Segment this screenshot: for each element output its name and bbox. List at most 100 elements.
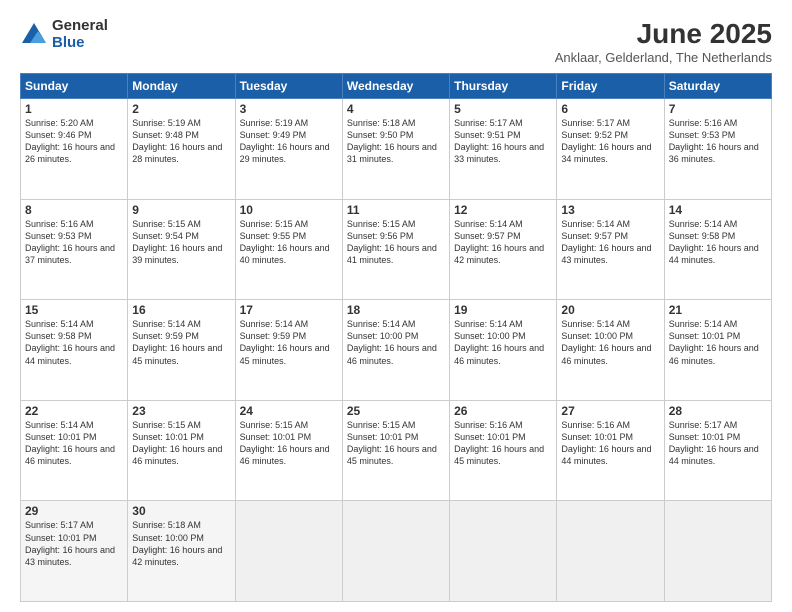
day-info: Sunrise: 5:14 AM Sunset: 10:00 PM Daylig… — [454, 318, 552, 367]
day-info: Sunrise: 5:15 AM Sunset: 10:01 PM Daylig… — [132, 419, 230, 468]
day-number: 17 — [240, 303, 338, 317]
day-number: 9 — [132, 203, 230, 217]
table-row: 12 Sunrise: 5:14 AM Sunset: 9:57 PM Dayl… — [450, 199, 557, 300]
table-row: 6 Sunrise: 5:17 AM Sunset: 9:52 PM Dayli… — [557, 99, 664, 200]
table-row: 23 Sunrise: 5:15 AM Sunset: 10:01 PM Day… — [128, 400, 235, 501]
day-number: 3 — [240, 102, 338, 116]
table-row — [664, 501, 771, 602]
table-row: 20 Sunrise: 5:14 AM Sunset: 10:00 PM Day… — [557, 300, 664, 401]
col-tuesday: Tuesday — [235, 74, 342, 99]
logo-general: General — [52, 18, 108, 35]
table-row: 28 Sunrise: 5:17 AM Sunset: 10:01 PM Day… — [664, 400, 771, 501]
day-number: 19 — [454, 303, 552, 317]
title-area: June 2025 Anklaar, Gelderland, The Nethe… — [555, 18, 772, 65]
page: General Blue June 2025 Anklaar, Gelderla… — [0, 0, 792, 612]
table-row: 15 Sunrise: 5:14 AM Sunset: 9:58 PM Dayl… — [21, 300, 128, 401]
day-info: Sunrise: 5:15 AM Sunset: 10:01 PM Daylig… — [347, 419, 445, 468]
day-number: 14 — [669, 203, 767, 217]
month-title: June 2025 — [555, 18, 772, 50]
table-row: 9 Sunrise: 5:15 AM Sunset: 9:54 PM Dayli… — [128, 199, 235, 300]
table-row: 21 Sunrise: 5:14 AM Sunset: 10:01 PM Day… — [664, 300, 771, 401]
day-info: Sunrise: 5:17 AM Sunset: 10:01 PM Daylig… — [669, 419, 767, 468]
col-friday: Friday — [557, 74, 664, 99]
day-number: 23 — [132, 404, 230, 418]
table-row: 2 Sunrise: 5:19 AM Sunset: 9:48 PM Dayli… — [128, 99, 235, 200]
day-info: Sunrise: 5:17 AM Sunset: 10:01 PM Daylig… — [25, 519, 123, 568]
day-info: Sunrise: 5:16 AM Sunset: 9:53 PM Dayligh… — [669, 117, 767, 166]
table-row — [557, 501, 664, 602]
table-row: 22 Sunrise: 5:14 AM Sunset: 10:01 PM Day… — [21, 400, 128, 501]
table-row: 18 Sunrise: 5:14 AM Sunset: 10:00 PM Day… — [342, 300, 449, 401]
table-row: 1 Sunrise: 5:20 AM Sunset: 9:46 PM Dayli… — [21, 99, 128, 200]
logo-text: General Blue — [52, 18, 108, 51]
day-info: Sunrise: 5:15 AM Sunset: 10:01 PM Daylig… — [240, 419, 338, 468]
day-number: 5 — [454, 102, 552, 116]
day-info: Sunrise: 5:14 AM Sunset: 9:57 PM Dayligh… — [454, 218, 552, 267]
table-row: 29 Sunrise: 5:17 AM Sunset: 10:01 PM Day… — [21, 501, 128, 602]
day-number: 28 — [669, 404, 767, 418]
day-number: 24 — [240, 404, 338, 418]
table-row: 11 Sunrise: 5:15 AM Sunset: 9:56 PM Dayl… — [342, 199, 449, 300]
day-info: Sunrise: 5:14 AM Sunset: 9:58 PM Dayligh… — [25, 318, 123, 367]
table-row: 27 Sunrise: 5:16 AM Sunset: 10:01 PM Day… — [557, 400, 664, 501]
day-number: 26 — [454, 404, 552, 418]
logo-icon — [20, 21, 48, 49]
calendar-week-row: 1 Sunrise: 5:20 AM Sunset: 9:46 PM Dayli… — [21, 99, 772, 200]
day-number: 2 — [132, 102, 230, 116]
table-row: 17 Sunrise: 5:14 AM Sunset: 9:59 PM Dayl… — [235, 300, 342, 401]
col-saturday: Saturday — [664, 74, 771, 99]
col-wednesday: Wednesday — [342, 74, 449, 99]
day-info: Sunrise: 5:14 AM Sunset: 10:01 PM Daylig… — [669, 318, 767, 367]
day-info: Sunrise: 5:14 AM Sunset: 10:00 PM Daylig… — [561, 318, 659, 367]
col-thursday: Thursday — [450, 74, 557, 99]
day-number: 15 — [25, 303, 123, 317]
table-row: 16 Sunrise: 5:14 AM Sunset: 9:59 PM Dayl… — [128, 300, 235, 401]
day-info: Sunrise: 5:16 AM Sunset: 10:01 PM Daylig… — [561, 419, 659, 468]
day-number: 12 — [454, 203, 552, 217]
day-info: Sunrise: 5:16 AM Sunset: 9:53 PM Dayligh… — [25, 218, 123, 267]
table-row: 7 Sunrise: 5:16 AM Sunset: 9:53 PM Dayli… — [664, 99, 771, 200]
day-number: 25 — [347, 404, 445, 418]
col-sunday: Sunday — [21, 74, 128, 99]
logo: General Blue — [20, 18, 108, 51]
calendar: Sunday Monday Tuesday Wednesday Thursday… — [20, 73, 772, 602]
day-number: 27 — [561, 404, 659, 418]
table-row: 10 Sunrise: 5:15 AM Sunset: 9:55 PM Dayl… — [235, 199, 342, 300]
day-info: Sunrise: 5:17 AM Sunset: 9:51 PM Dayligh… — [454, 117, 552, 166]
day-number: 10 — [240, 203, 338, 217]
day-number: 6 — [561, 102, 659, 116]
day-number: 29 — [25, 504, 123, 518]
day-number: 1 — [25, 102, 123, 116]
day-number: 7 — [669, 102, 767, 116]
calendar-week-row: 8 Sunrise: 5:16 AM Sunset: 9:53 PM Dayli… — [21, 199, 772, 300]
day-number: 30 — [132, 504, 230, 518]
day-info: Sunrise: 5:14 AM Sunset: 10:01 PM Daylig… — [25, 419, 123, 468]
table-row: 24 Sunrise: 5:15 AM Sunset: 10:01 PM Day… — [235, 400, 342, 501]
table-row: 5 Sunrise: 5:17 AM Sunset: 9:51 PM Dayli… — [450, 99, 557, 200]
logo-blue: Blue — [52, 35, 108, 52]
table-row — [235, 501, 342, 602]
day-info: Sunrise: 5:15 AM Sunset: 9:54 PM Dayligh… — [132, 218, 230, 267]
day-info: Sunrise: 5:14 AM Sunset: 9:57 PM Dayligh… — [561, 218, 659, 267]
day-info: Sunrise: 5:20 AM Sunset: 9:46 PM Dayligh… — [25, 117, 123, 166]
day-info: Sunrise: 5:19 AM Sunset: 9:48 PM Dayligh… — [132, 117, 230, 166]
day-info: Sunrise: 5:14 AM Sunset: 9:59 PM Dayligh… — [132, 318, 230, 367]
table-row: 4 Sunrise: 5:18 AM Sunset: 9:50 PM Dayli… — [342, 99, 449, 200]
table-row: 14 Sunrise: 5:14 AM Sunset: 9:58 PM Dayl… — [664, 199, 771, 300]
day-number: 4 — [347, 102, 445, 116]
day-info: Sunrise: 5:14 AM Sunset: 9:59 PM Dayligh… — [240, 318, 338, 367]
table-row — [342, 501, 449, 602]
table-row: 25 Sunrise: 5:15 AM Sunset: 10:01 PM Day… — [342, 400, 449, 501]
day-info: Sunrise: 5:18 AM Sunset: 10:00 PM Daylig… — [132, 519, 230, 568]
table-row: 26 Sunrise: 5:16 AM Sunset: 10:01 PM Day… — [450, 400, 557, 501]
table-row: 3 Sunrise: 5:19 AM Sunset: 9:49 PM Dayli… — [235, 99, 342, 200]
day-number: 21 — [669, 303, 767, 317]
calendar-week-row: 22 Sunrise: 5:14 AM Sunset: 10:01 PM Day… — [21, 400, 772, 501]
table-row — [450, 501, 557, 602]
location: Anklaar, Gelderland, The Netherlands — [555, 50, 772, 65]
day-info: Sunrise: 5:18 AM Sunset: 9:50 PM Dayligh… — [347, 117, 445, 166]
day-number: 20 — [561, 303, 659, 317]
day-info: Sunrise: 5:17 AM Sunset: 9:52 PM Dayligh… — [561, 117, 659, 166]
day-number: 8 — [25, 203, 123, 217]
day-number: 18 — [347, 303, 445, 317]
